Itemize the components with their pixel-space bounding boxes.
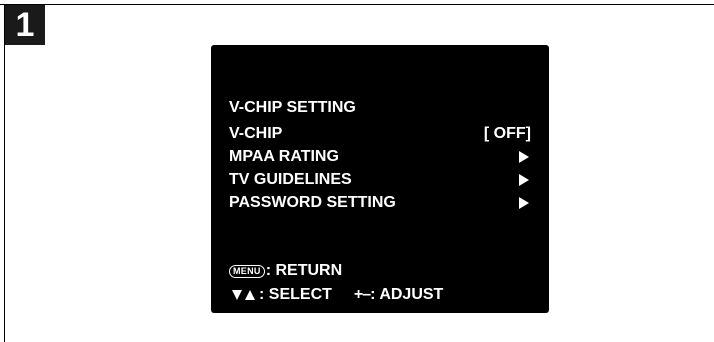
- triangle-up-icon: [245, 290, 255, 300]
- return-hint: MENU : RETURN: [229, 259, 443, 283]
- menu-item-label: PASSWORD SETTING: [229, 193, 396, 211]
- frame-top-border: [0, 4, 714, 5]
- menu-footer-hints: MENU : RETURN : SELECT +– : ADJUST: [229, 259, 443, 307]
- menu-item-label: V-CHIP: [229, 124, 283, 142]
- arrow-right-icon: [519, 196, 529, 209]
- arrow-right-icon: [519, 150, 529, 163]
- v-chip-value: [ OFF]: [483, 124, 531, 142]
- menu-item-label: TV GUIDELINES: [229, 170, 352, 188]
- plus-minus-icon: +–: [353, 286, 371, 303]
- menu-item-v-chip[interactable]: V-CHIP [ OFF]: [229, 122, 533, 145]
- menu-item-tv-guidelines[interactable]: TV GUIDELINES: [229, 168, 533, 191]
- menu-key-icon: MENU: [229, 264, 265, 278]
- adjust-hint-label: : ADJUST: [370, 286, 444, 303]
- step-number-badge: 1: [5, 5, 45, 45]
- triangle-down-icon: [232, 290, 242, 300]
- menu-list: V-CHIP [ OFF] MPAA RATING TV GUIDELINES …: [229, 122, 533, 214]
- menu-title: V-CHIP SETTING: [229, 99, 356, 116]
- menu-item-mpaa-rating[interactable]: MPAA RATING: [229, 145, 533, 168]
- frame-left-border: [4, 4, 5, 342]
- menu-item-password-setting[interactable]: PASSWORD SETTING: [229, 191, 533, 214]
- select-adjust-hint: : SELECT +– : ADJUST: [229, 283, 443, 307]
- menu-item-label: MPAA RATING: [229, 147, 339, 165]
- tv-menu-screen: V-CHIP SETTING V-CHIP [ OFF] MPAA RATING…: [211, 45, 549, 313]
- select-hint-label: : SELECT: [259, 286, 332, 303]
- arrow-right-icon: [519, 173, 529, 186]
- return-hint-label: : RETURN: [265, 262, 343, 279]
